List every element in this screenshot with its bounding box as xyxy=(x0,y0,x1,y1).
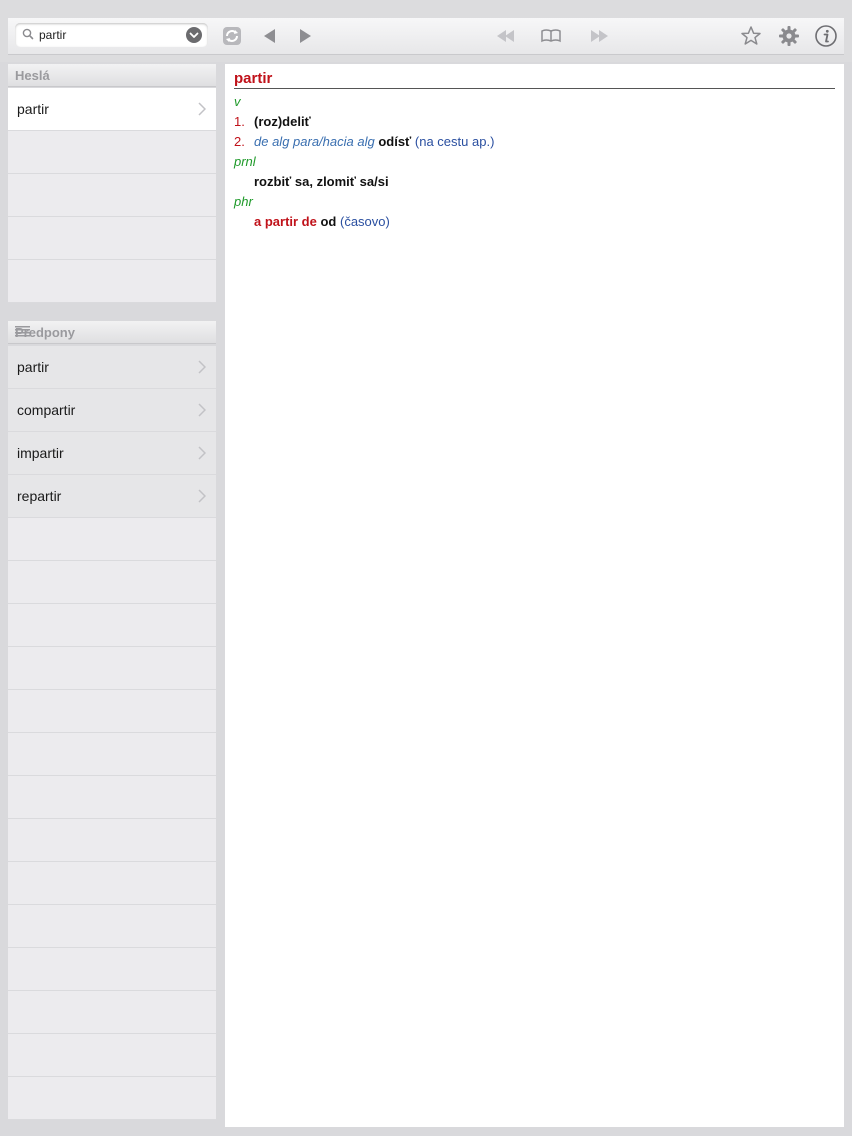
empty-row xyxy=(8,260,216,303)
chevron-right-icon xyxy=(198,360,207,374)
list-item-label: repartir xyxy=(17,488,62,504)
empty-row xyxy=(8,604,216,647)
translation: rozbiť sa, zlomiť sa/si xyxy=(254,174,389,189)
translation: (roz)deliť xyxy=(254,114,311,129)
translation: odísť xyxy=(378,134,412,149)
search-field[interactable]: partir xyxy=(15,23,208,47)
list-item-label: impartir xyxy=(17,445,64,461)
sense-number: 1. xyxy=(234,114,245,129)
empty-row xyxy=(8,518,216,561)
headword: partir xyxy=(234,70,835,89)
phrase: a partir de xyxy=(254,214,317,229)
predpony-item[interactable]: repartir xyxy=(8,475,216,518)
clear-icon[interactable] xyxy=(186,27,202,43)
empty-row xyxy=(8,1077,216,1120)
pos-label: v xyxy=(234,94,241,109)
empty-row xyxy=(8,217,216,260)
empty-row xyxy=(8,733,216,776)
entry-pane: partir v 1. (roz)deliť 2. de alg para/haci… xyxy=(225,64,844,1127)
predpony-header: Predpony xyxy=(8,321,216,344)
chevron-right-icon xyxy=(198,403,207,417)
prnl-sense: rozbiť sa, zlomiť sa/si xyxy=(234,172,835,192)
empty-row xyxy=(8,948,216,991)
info-icon[interactable] xyxy=(814,24,838,48)
predpony-item[interactable]: compartir xyxy=(8,389,216,432)
back-arrow-icon[interactable] xyxy=(258,24,282,48)
search-icon xyxy=(21,27,35,41)
empty-row xyxy=(8,690,216,733)
sense-1: 1. (roz)deliť xyxy=(234,112,835,132)
empty-row xyxy=(8,174,216,217)
fast-forward-icon[interactable] xyxy=(587,24,611,48)
hesla-item[interactable]: partir xyxy=(8,88,216,131)
chevron-right-icon xyxy=(198,102,207,116)
note: (na cestu ap.) xyxy=(414,134,495,149)
hesla-header: Heslá xyxy=(8,64,216,87)
empty-row xyxy=(8,905,216,948)
chevron-right-icon xyxy=(198,489,207,503)
note: (časovo) xyxy=(340,214,390,229)
menu-icon[interactable] xyxy=(15,325,30,337)
context: de alg para/hacia alg xyxy=(254,134,375,149)
star-icon[interactable] xyxy=(739,24,763,48)
sense-2: 2. de alg para/hacia alg odísť (na cestu … xyxy=(234,132,835,152)
list-item-label: partir xyxy=(17,359,49,375)
list-item-label: compartir xyxy=(17,402,76,418)
predpony-item[interactable]: partir xyxy=(8,346,216,389)
book-icon[interactable] xyxy=(539,24,563,48)
sense-number: 2. xyxy=(234,134,245,149)
rewind-icon[interactable] xyxy=(494,24,518,48)
forward-arrow-icon[interactable] xyxy=(293,24,317,48)
empty-row xyxy=(8,647,216,690)
empty-row xyxy=(8,819,216,862)
search-input[interactable]: partir xyxy=(39,28,66,42)
gear-icon[interactable] xyxy=(777,24,801,48)
empty-row xyxy=(8,776,216,819)
empty-row xyxy=(8,1034,216,1077)
empty-row xyxy=(8,131,216,174)
empty-row xyxy=(8,991,216,1034)
dictionary-entry: partir v 1. (roz)deliť 2. de alg para/haci… xyxy=(234,70,835,232)
sync-icon[interactable] xyxy=(220,24,244,48)
empty-row xyxy=(8,561,216,604)
list-item-label: partir xyxy=(17,101,49,117)
translation: od xyxy=(320,214,337,229)
pos-label: phr xyxy=(234,194,253,209)
chevron-right-icon xyxy=(198,446,207,460)
empty-row xyxy=(8,862,216,905)
phrase-sense: a partir de od (časovo) xyxy=(234,212,835,232)
predpony-item[interactable]: impartir xyxy=(8,432,216,475)
hesla-header-label: Heslá xyxy=(15,68,50,83)
pos-label: prnl xyxy=(234,154,256,169)
